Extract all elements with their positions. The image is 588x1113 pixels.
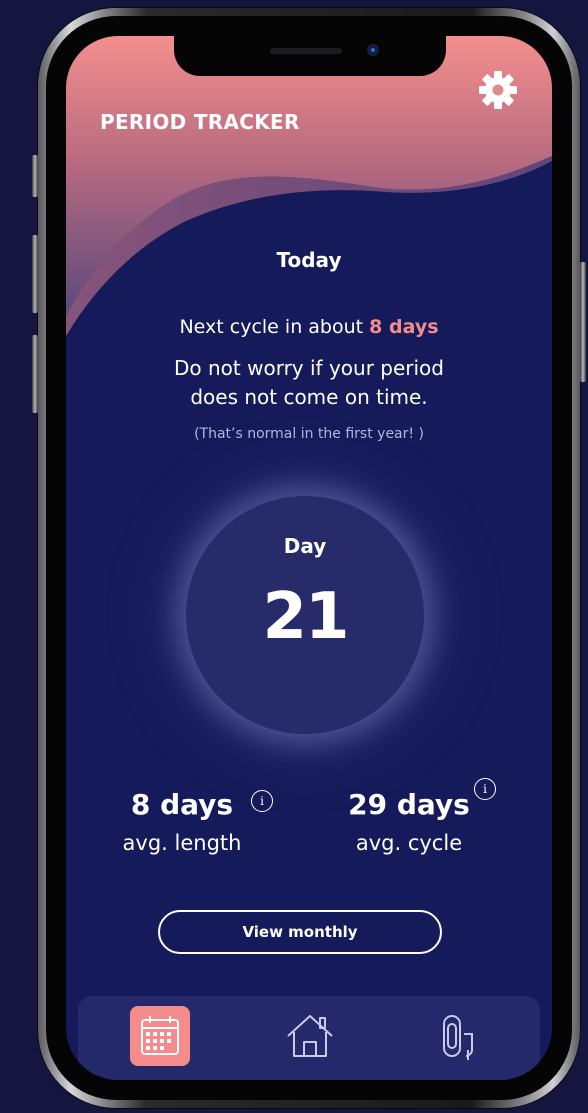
speaker-grille <box>270 48 342 54</box>
today-heading: Today <box>276 248 342 272</box>
avg-length-info-icon[interactable]: i <box>251 790 273 812</box>
nav-calendar-button[interactable] <box>130 1006 190 1066</box>
reassurance-line-1: Do not worry if your period <box>174 356 444 380</box>
avg-cycle-stat: 29 days avg. cycle <box>334 788 484 855</box>
notch <box>174 36 446 76</box>
home-icon[interactable] <box>280 1006 340 1066</box>
reassurance-text: Do not worry if your period does not com… <box>66 354 552 412</box>
avg-cycle-label: avg. cycle <box>355 831 463 855</box>
avg-length-stat: 8 days avg. length <box>102 788 262 855</box>
app-screen: PERIOD TRACKER Today Next cycle in about… <box>66 36 552 1080</box>
day-number: 21 <box>262 580 349 654</box>
front-camera <box>367 44 379 56</box>
gear-icon[interactable] <box>476 68 520 112</box>
app-title: PERIOD TRACKER <box>100 110 300 134</box>
avg-cycle-value: 29 days <box>348 788 470 821</box>
day-counter-circle: Day 21 <box>186 496 424 734</box>
day-label: Day <box>283 534 327 558</box>
next-cycle-text: Next cycle in about 8 days <box>66 316 552 338</box>
volume-up-button <box>32 235 38 313</box>
volume-down-button <box>32 335 38 413</box>
calendar-icon <box>141 1016 179 1055</box>
power-button <box>580 262 586 382</box>
device-stage: PERIOD TRACKER Today Next cycle in about… <box>0 0 588 1113</box>
next-cycle-prefix: Next cycle in about <box>179 316 370 338</box>
normal-note: (That’s normal in the first year! ) <box>194 426 424 442</box>
avg-length-label: avg. length <box>122 831 242 855</box>
pad-tampon-icon[interactable] <box>428 1006 488 1066</box>
avg-cycle-info-icon[interactable]: i <box>474 778 496 800</box>
view-monthly-button[interactable]: View monthly <box>158 910 442 954</box>
mute-switch <box>32 155 38 197</box>
reassurance-line-2: does not come on time. <box>190 385 428 409</box>
bottom-nav <box>78 996 540 1080</box>
avg-length-value: 8 days <box>130 788 234 821</box>
next-cycle-days: 8 days <box>369 316 439 338</box>
